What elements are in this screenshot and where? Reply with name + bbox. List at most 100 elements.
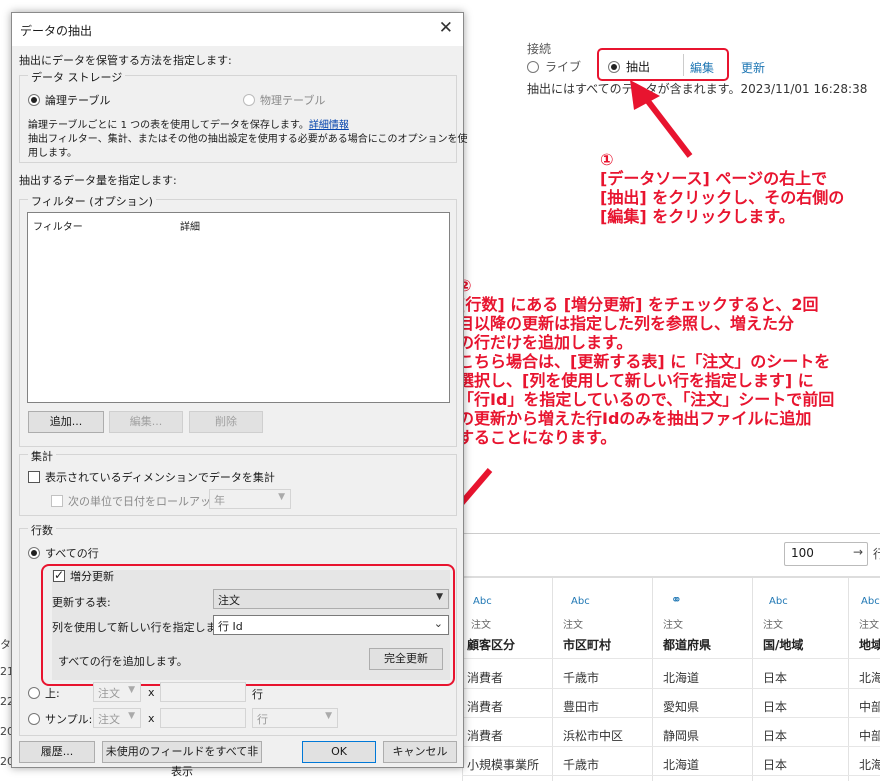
sample-radio[interactable] [28,713,40,725]
grid-cell: 中部 [859,729,880,743]
top-count-input[interactable] [160,682,246,702]
rows-group-label: 行数 [28,522,56,538]
string-type-icon: Abc [473,596,492,607]
grid-cell: 愛知県 [663,700,700,714]
grid-cell: 消費者 [467,729,504,743]
full-refresh-button[interactable]: 完全更新 [369,648,443,670]
left-fragment: 20 [0,725,11,738]
new-rows-column-select[interactable]: 行 Id ⌄ [213,615,449,635]
grid-cell: 豊田市 [563,700,600,714]
sample-unit-select[interactable]: 行 ▼ [252,708,338,728]
annotation-2-line: の行だけを追加します。 [458,333,633,352]
table-to-update-select[interactable]: 注文 ▼ [213,589,449,609]
rollup-unit-select[interactable]: 年 ▼ [209,489,291,509]
all-rows-label: すべての行 [45,547,99,560]
chevron-down-icon: ▼ [278,492,285,502]
annotation-2: ② [行数] にある [増分更新] をチェックすると、2回 目以降の更新は指定し… [458,276,876,447]
filters-group-label: フィルター (オプション) [28,193,156,209]
grid-cell: 中部 [859,700,880,714]
all-rows-option[interactable]: すべての行 [28,545,99,561]
annotation-1-line: [抽出] をクリックし、その右側の [600,188,845,207]
rollup-option[interactable]: 次の単位で日付をロールアップ [51,493,222,509]
annotation-2-line: ② [458,276,472,295]
annotation-2-line: 「行Id」を指定しているので、「注文」シートで前回 [458,390,835,409]
grid-cell: 静岡県 [663,729,700,743]
grid-rule [462,658,880,659]
grid-cell: 北海 [859,671,880,685]
top-source-select[interactable]: 注文 ▼ [93,682,141,702]
cancel-button[interactable]: キャンセル [383,741,457,763]
edit-filter-button[interactable]: 編集... [109,411,183,433]
physical-table-radio[interactable] [243,94,255,106]
all-rows-radio[interactable] [28,547,40,559]
sample-option[interactable]: サンプル: [28,711,92,727]
grid-cell: 北海 [859,758,880,772]
grid-column[interactable]: Abc 注文 国/地域 日本 日本 日本 日本 [752,578,848,781]
storage-prompt: 抽出にデータを保管する方法を指定します: [19,54,232,67]
sample-count-input[interactable] [160,708,246,728]
add-filter-button[interactable]: 追加... [28,411,104,433]
chevron-down-icon: ▼ [436,592,443,602]
annotation-1-line: [データソース] ページの右上で [600,169,828,188]
top-option[interactable]: 上: [28,685,60,701]
logical-table-label: 論理テーブル [45,94,111,107]
column-header[interactable]: 都道府県 [663,636,711,653]
column-header[interactable]: 顧客区分 [467,636,515,653]
incremental-refresh-option[interactable]: 増分更新 [53,568,114,584]
physical-table-label: 物理テーブル [260,94,326,107]
grid-rule [462,717,880,718]
logical-desc-3: 用します。 [28,148,77,159]
amount-prompt: 抽出するデータ量を指定します: [19,174,177,187]
globe-icon: ⚭ [671,593,682,608]
grid-cell: 浜松市中区 [563,729,624,743]
left-fragment: タ [0,638,11,651]
rollup-unit-value: 年 [214,494,225,507]
grid-cell: 消費者 [467,671,504,685]
arrow-right-icon[interactable]: → [853,545,863,559]
aggregate-dims-option[interactable]: 表示されているディメンションでデータを集計 [28,469,275,485]
annotation-2-line: 選択し、[列を使用して新しい行を指定します] に [458,371,814,390]
rollup-checkbox[interactable] [51,495,63,507]
sample-label: サンプル: [45,713,93,726]
grid-column[interactable]: Abc 注文 地域 北海 中部 中部 北海 [848,578,880,781]
column-header[interactable]: 国/地域 [763,636,803,653]
column-header[interactable]: 市区町村 [563,636,611,653]
column-source: 注文 [471,620,491,631]
sample-source-select[interactable]: 注文 ▼ [93,708,141,728]
logical-desc: 論理テーブルごとに 1 つの表を使用してデータを保存します。詳細情報 [28,116,349,131]
grid-cell: 北海道 [663,671,700,685]
grid-column[interactable]: ⚭ 注文 都道府県 北海道 愛知県 静岡県 北海道 [652,578,752,781]
incremental-refresh-checkbox[interactable] [53,568,65,582]
logical-desc-2: 抽出フィルター、集計、またはその他の抽出設定を使用する必要がある場合にこのオプシ… [28,134,468,145]
aggregate-dims-label: 表示されているディメンションでデータを集計 [45,471,275,484]
column-header[interactable]: 地域 [859,636,880,653]
column-source: 注文 [563,620,583,631]
top-row-unit: 行 [252,688,263,701]
left-edge-fragments: タ 21/ 22/ 20 20 [0,0,11,781]
delete-filter-button[interactable]: 削除 [189,411,263,433]
logical-table-radio[interactable] [28,94,40,106]
filters-col-detail: 詳細 [180,222,200,233]
filters-list[interactable]: フィルター 詳細 [27,212,450,403]
close-icon[interactable]: ✕ [439,18,453,38]
grid-column[interactable]: Abc 注文 顧客区分 消費者 消費者 消費者 小規模事業所 [462,578,552,781]
ok-button[interactable]: OK [302,741,376,763]
times-mark: x [148,686,155,699]
grid-column[interactable]: Abc 注文 市区町村 千歳市 豊田市 浜松市中区 千歳市 [552,578,652,781]
history-button[interactable]: 履歴... [19,741,95,763]
aggregate-dims-checkbox[interactable] [28,471,40,483]
top-radio[interactable] [28,687,40,699]
string-type-icon: Abc [571,596,590,607]
grid-cell: 日本 [763,758,788,772]
annotation-2-line: の更新から増えた行Idのみを抽出ファイルに追加 [458,409,812,428]
dialog-title: データの抽出 [20,24,93,38]
grid-cell: 北海道 [663,758,700,772]
hide-unused-fields-button[interactable]: 未使用のフィールドをすべて非表示 [102,741,262,778]
physical-table-option[interactable]: 物理テーブル [243,92,325,108]
rows-count-input[interactable]: 100 → [784,542,868,566]
top-label: 上: [45,687,60,700]
annotation-1: ① [データソース] ページの右上で [抽出] をクリックし、その右側の [編集… [600,150,875,226]
annotation-1-line: ① [600,150,614,169]
logical-table-option[interactable]: 論理テーブル [28,92,110,108]
annotation-1-line: [編集] をクリックします。 [600,207,795,226]
